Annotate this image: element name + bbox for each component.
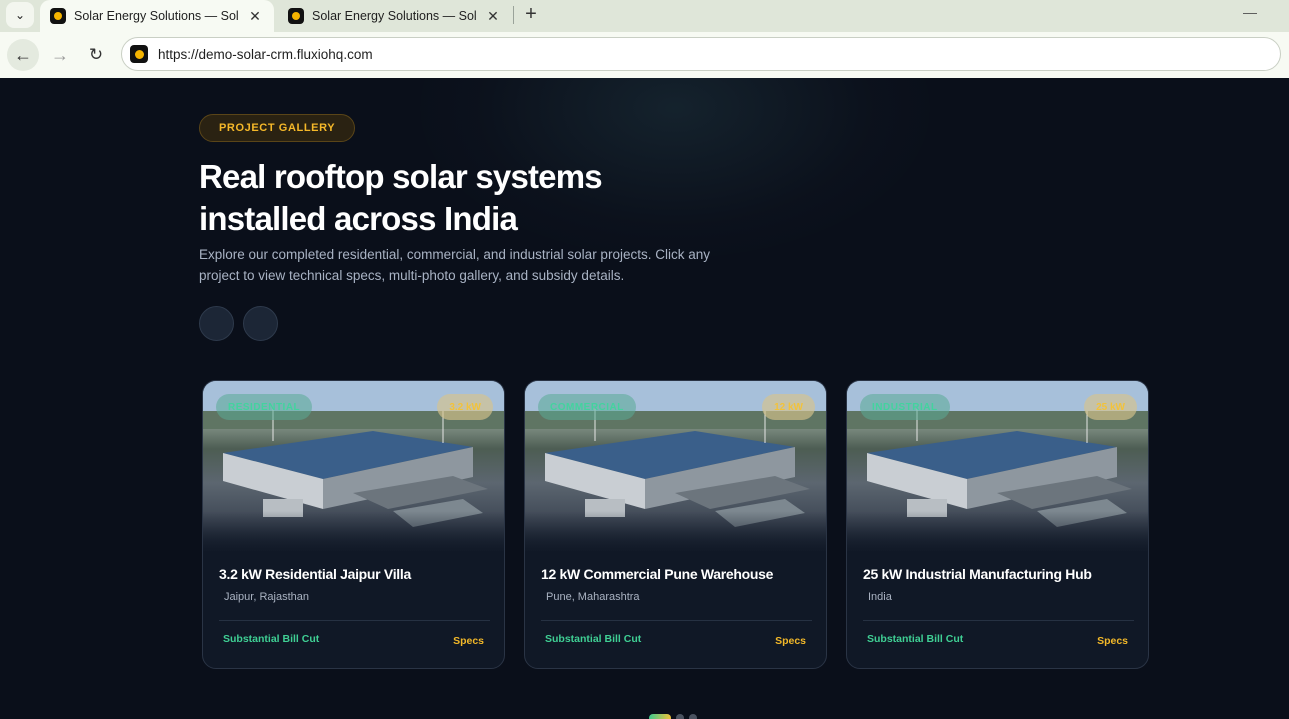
project-location: Pune, Maharashtra	[546, 591, 640, 603]
project-benefit: Substantial Bill Cut	[867, 633, 964, 645]
new-tab-button[interactable]: +	[519, 2, 543, 28]
category-badge: INDUSTRIAL	[860, 394, 950, 420]
project-card[interactable]: RESIDENTIAL 3.2 kW 3.2 kW Residential Ja…	[202, 380, 505, 669]
carousel-prev-button[interactable]	[199, 306, 234, 341]
specs-link[interactable]: Specs	[775, 635, 806, 647]
plus-icon: +	[525, 3, 537, 25]
minimize-icon: —	[1243, 4, 1257, 20]
project-card[interactable]: COMMERCIAL 12 kW 12 kW Commercial Pune W…	[524, 380, 827, 669]
specs-link[interactable]: Specs	[453, 635, 484, 647]
card-divider	[863, 620, 1134, 621]
browser-tab[interactable]: Solar Energy Solutions — Solar ✕	[278, 0, 512, 32]
title-line-2: installed across India	[199, 200, 518, 237]
close-tab-icon[interactable]: ✕	[247, 8, 263, 25]
capacity-badge: 12 kW	[762, 394, 815, 420]
project-title: 12 kW Commercial Pune Warehouse	[541, 566, 774, 582]
address-bar[interactable]: https://demo-solar-crm.fluxiohq.com	[121, 37, 1281, 71]
browser-tab-active[interactable]: Solar Energy Solutions — Solar ✕	[40, 0, 274, 32]
forward-button[interactable]: →	[44, 39, 76, 71]
page-description: Explore our completed residential, comme…	[199, 247, 710, 283]
project-photo: INDUSTRIAL 25 kW	[847, 381, 1148, 551]
category-badge: COMMERCIAL	[538, 394, 636, 420]
reload-icon: ↻	[88, 45, 104, 64]
capacity-badge: 25 kW	[1084, 394, 1137, 420]
browser-tab-bar: ⌄ Solar Energy Solutions — Solar ✕ Solar…	[0, 0, 1289, 32]
reload-button[interactable]: ↻	[80, 39, 112, 71]
page-title: Real rooftop solar systems installed acr…	[199, 156, 719, 240]
project-title: 25 kW Industrial Manufacturing Hub	[863, 566, 1092, 582]
back-button[interactable]: ←	[7, 39, 39, 71]
site-info-icon[interactable]	[130, 45, 148, 63]
card-divider	[541, 620, 812, 621]
carousel-next-button[interactable]	[243, 306, 278, 341]
tab-separator	[513, 6, 514, 24]
project-card[interactable]: INDUSTRIAL 25 kW 25 kW Industrial Manufa…	[846, 380, 1149, 669]
minimize-window-button[interactable]: —	[1240, 4, 1260, 22]
project-photo: RESIDENTIAL 3.2 kW	[203, 381, 504, 551]
card-divider	[219, 620, 490, 621]
project-title: 3.2 kW Residential Jaipur Villa	[219, 566, 411, 582]
pagination-dot[interactable]	[689, 714, 697, 719]
sun-favicon-icon	[50, 8, 66, 24]
tab-title: Solar Energy Solutions — Solar	[74, 9, 239, 23]
project-location: India	[868, 591, 892, 603]
page-content: PROJECT GALLERY Real rooftop solar syste…	[0, 78, 1289, 719]
title-line-1: Real rooftop solar systems	[199, 158, 603, 195]
chevron-down-icon: ⌄	[14, 8, 26, 22]
arrow-right-icon: →	[51, 44, 69, 65]
pagination-dot[interactable]	[676, 714, 684, 719]
browser-toolbar: ← → ↻ https://demo-solar-crm.fluxiohq.co…	[0, 32, 1289, 78]
project-benefit: Substantial Bill Cut	[223, 633, 320, 645]
close-tab-icon[interactable]: ✕	[485, 8, 501, 25]
tab-title: Solar Energy Solutions — Solar	[312, 9, 477, 23]
specs-link[interactable]: Specs	[1097, 635, 1128, 647]
tab-search-button[interactable]: ⌄	[6, 2, 34, 28]
category-badge: RESIDENTIAL	[216, 394, 313, 420]
project-location: Jaipur, Rajasthan	[224, 591, 309, 603]
pagination-dot-active[interactable]	[649, 714, 671, 719]
capacity-badge: 3.2 kW	[437, 394, 493, 420]
project-photo: COMMERCIAL 12 kW	[525, 381, 826, 551]
sun-favicon-icon	[288, 8, 304, 24]
section-badge: PROJECT GALLERY	[199, 114, 356, 142]
url-text: https://demo-solar-crm.fluxiohq.com	[158, 46, 373, 62]
carousel-pagination	[649, 714, 697, 719]
project-benefit: Substantial Bill Cut	[545, 633, 642, 645]
arrow-left-icon: ←	[14, 44, 32, 65]
